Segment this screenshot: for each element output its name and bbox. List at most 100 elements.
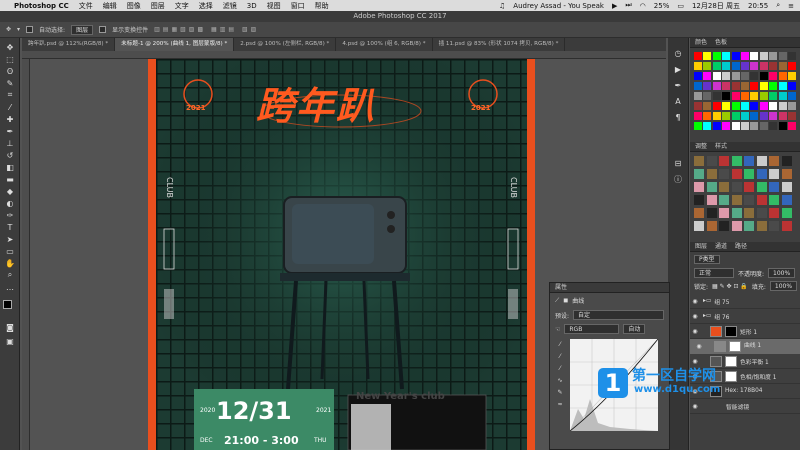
color-swatch[interactable] bbox=[778, 62, 787, 70]
color-swatch[interactable] bbox=[694, 82, 702, 90]
doc-tab[interactable]: 插 11.psd @ 83% (形状 1074 拷贝, RGB/8) * bbox=[433, 38, 566, 51]
color-swatch[interactable] bbox=[759, 122, 768, 130]
style-swatch[interactable] bbox=[719, 195, 729, 205]
marquee-tool-icon[interactable]: ⬚ bbox=[4, 54, 16, 64]
color-swatch[interactable] bbox=[750, 122, 759, 130]
color-swatch[interactable] bbox=[741, 62, 749, 70]
style-swatch[interactable] bbox=[694, 169, 704, 179]
menu-type[interactable]: 文字 bbox=[175, 1, 189, 11]
color-swatch[interactable] bbox=[703, 52, 712, 60]
clock[interactable]: 20:55 bbox=[748, 2, 768, 10]
style-swatch[interactable] bbox=[769, 208, 779, 218]
color-swatch[interactable] bbox=[703, 62, 712, 70]
preset-dropdown[interactable]: 自定 bbox=[573, 310, 664, 320]
color-swatch[interactable] bbox=[712, 82, 721, 90]
doc-tab[interactable]: 跨年趴.psd @ 112%(RGB/8) * bbox=[22, 38, 116, 51]
menu-list-icon[interactable]: ≡ bbox=[788, 2, 794, 10]
info-panel-icon[interactable]: ⓘ bbox=[672, 174, 684, 184]
color-swatch[interactable] bbox=[722, 92, 731, 100]
color-swatch[interactable] bbox=[769, 112, 778, 120]
color-swatch[interactable] bbox=[759, 62, 768, 70]
color-swatch[interactable] bbox=[703, 92, 712, 100]
color-swatch[interactable] bbox=[741, 72, 749, 80]
channel-dropdown[interactable]: RGB bbox=[564, 324, 620, 334]
hand-adjust-icon[interactable]: ☜ bbox=[555, 326, 560, 333]
hand-tool-icon[interactable]: ✋ bbox=[4, 258, 16, 268]
layer-row[interactable]: ◉ ▸▭ 组 76 bbox=[690, 309, 800, 324]
color-swatch[interactable] bbox=[788, 52, 796, 60]
color-swatch[interactable] bbox=[703, 72, 712, 80]
menu-help[interactable]: 帮助 bbox=[315, 1, 329, 11]
style-swatch[interactable] bbox=[719, 169, 729, 179]
color-swatch[interactable] bbox=[750, 62, 759, 70]
screen-mode-icon[interactable]: ▣ bbox=[4, 336, 16, 346]
color-swatch[interactable] bbox=[731, 62, 740, 70]
style-swatch[interactable] bbox=[756, 195, 767, 205]
color-swatch[interactable] bbox=[788, 72, 796, 80]
style-swatch[interactable] bbox=[706, 221, 717, 231]
color-swatch[interactable] bbox=[712, 62, 721, 70]
color-swatch[interactable] bbox=[712, 102, 721, 110]
color-swatch[interactable] bbox=[788, 122, 796, 130]
color-swatch[interactable] bbox=[712, 52, 721, 60]
style-swatch[interactable] bbox=[706, 169, 717, 179]
styles-grid[interactable] bbox=[694, 156, 798, 236]
date-display[interactable]: 12月28日 周五 bbox=[692, 1, 740, 11]
tab-adjustments[interactable]: 调整 bbox=[695, 142, 707, 151]
style-swatch[interactable] bbox=[769, 195, 779, 205]
fill-field[interactable]: 100% bbox=[769, 281, 798, 291]
app-menu[interactable]: Photoshop CC bbox=[14, 2, 69, 10]
eye-icon[interactable]: ◉ bbox=[690, 403, 700, 410]
color-swatch[interactable] bbox=[750, 52, 759, 60]
eye-icon[interactable]: ◉ bbox=[690, 298, 700, 305]
style-swatch[interactable] bbox=[719, 182, 729, 192]
style-swatch[interactable] bbox=[731, 182, 742, 192]
color-swatch[interactable] bbox=[741, 82, 749, 90]
more-tools-icon[interactable]: … bbox=[4, 282, 16, 292]
auto-button[interactable]: 自动 bbox=[623, 324, 646, 334]
smooth-icon[interactable]: ≈ bbox=[557, 401, 562, 408]
style-swatch[interactable] bbox=[694, 208, 704, 218]
style-swatch[interactable] bbox=[731, 169, 742, 179]
color-swatch[interactable] bbox=[722, 72, 731, 80]
style-swatch[interactable] bbox=[706, 208, 717, 218]
gradient-tool-icon[interactable]: ▬ bbox=[4, 174, 16, 184]
poster-canvas[interactable]: 2021 2021 跨年趴 CLUB CLUB 2020 12/31 2021 … bbox=[156, 59, 527, 450]
style-swatch[interactable] bbox=[731, 156, 742, 166]
color-swatch[interactable] bbox=[778, 52, 787, 60]
style-swatch[interactable] bbox=[744, 169, 754, 179]
tab-channels[interactable]: 通道 bbox=[715, 242, 727, 251]
color-swatch[interactable] bbox=[731, 72, 740, 80]
search-icon[interactable]: ⌕ bbox=[776, 1, 780, 10]
color-swatch[interactable] bbox=[712, 112, 721, 120]
color-swatch[interactable] bbox=[712, 122, 721, 130]
menu-file[interactable]: 文件 bbox=[79, 1, 93, 11]
menu-edit[interactable]: 编辑 bbox=[103, 1, 117, 11]
color-swatch[interactable] bbox=[703, 82, 712, 90]
play-icon[interactable]: ▶ bbox=[612, 2, 617, 10]
style-swatch[interactable] bbox=[694, 156, 704, 166]
eyedropper-white-icon[interactable]: ⁄ bbox=[559, 365, 560, 372]
mask-icon[interactable]: ◼ bbox=[563, 297, 568, 304]
style-swatch[interactable] bbox=[719, 221, 729, 231]
color-swatch[interactable] bbox=[788, 82, 796, 90]
foreground-color-swatch[interactable] bbox=[3, 300, 12, 309]
color-swatch[interactable] bbox=[694, 92, 702, 100]
menu-view[interactable]: 视图 bbox=[267, 1, 281, 11]
color-swatch[interactable] bbox=[769, 92, 778, 100]
wifi-icon[interactable]: ◠ bbox=[640, 2, 646, 10]
color-swatch[interactable] bbox=[788, 102, 796, 110]
layer-row[interactable]: ◉ 矩形 1 bbox=[690, 324, 800, 339]
history-panel-icon[interactable]: ◷ bbox=[672, 48, 684, 58]
color-swatch[interactable] bbox=[769, 122, 778, 130]
show-transform-checkbox[interactable] bbox=[99, 26, 107, 33]
color-swatch[interactable] bbox=[741, 102, 749, 110]
properties-panel-icon[interactable]: ⊟ bbox=[672, 158, 684, 168]
eyedropper-black-icon[interactable]: ⁄ bbox=[559, 341, 560, 348]
color-swatch[interactable] bbox=[759, 52, 768, 60]
style-swatch[interactable] bbox=[781, 156, 792, 166]
color-swatch[interactable] bbox=[750, 102, 759, 110]
crop-tool-icon[interactable]: ⌗ bbox=[4, 90, 16, 100]
battery-icon[interactable]: ▭ bbox=[677, 2, 684, 10]
color-swatch[interactable] bbox=[722, 62, 731, 70]
